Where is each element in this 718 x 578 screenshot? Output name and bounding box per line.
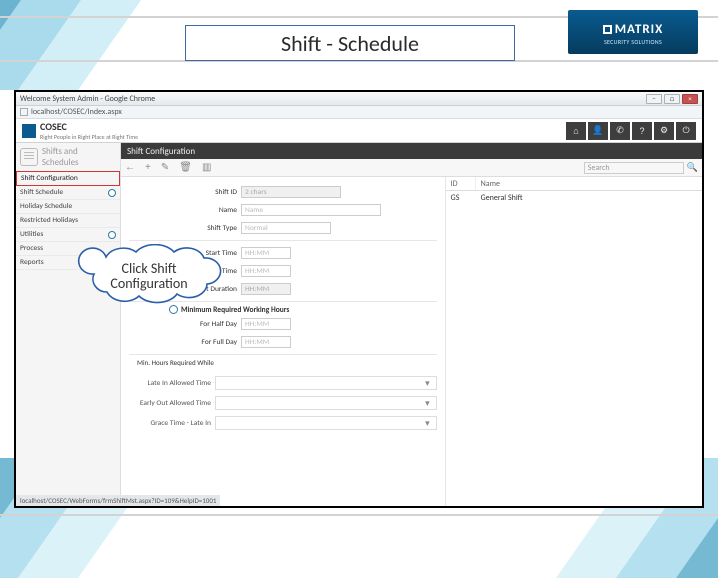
sidebar: Shifts and Schedules Shift Configuration… [16, 143, 121, 506]
search-input[interactable]: Search [584, 162, 684, 174]
list-cell-name: General Shift [476, 191, 702, 205]
app-tagline: Right People in Right Place at Right Tim… [40, 133, 138, 141]
window-close-button[interactable]: × [682, 94, 698, 104]
back-button[interactable]: ← [125, 162, 135, 173]
sidebar-item-restricted-holidays[interactable]: Restricted Holidays [16, 214, 120, 228]
window-minimize-button[interactable]: – [646, 94, 662, 104]
window-title-text: Welcome System Admin - Google Chrome [20, 94, 155, 104]
callout-bubble: Click Shift Configuration [74, 244, 224, 304]
list-header: ID Name [446, 177, 702, 191]
address-bar[interactable]: localhost/COSEC/Index.aspx [16, 106, 702, 119]
add-button[interactable]: + [145, 162, 151, 173]
sidebar-heading-label: Shifts and Schedules [42, 146, 116, 168]
list-header-name: Name [476, 177, 702, 190]
brand-subtitle: SECURITY SOLUTIONS [604, 38, 662, 46]
window-maximize-button[interactable]: □ [664, 94, 680, 104]
app-name: COSEC [40, 120, 138, 133]
highlight-dot-icon [108, 189, 116, 197]
form-panel: Shift ID 2 chars Name Name Shift Type Norma… [121, 177, 446, 506]
app-logo-icon [22, 124, 36, 138]
sidebar-item-utilities[interactable]: Utilities [16, 228, 120, 242]
list-row[interactable]: GS General Shift [446, 191, 702, 205]
shift-id-label: Shift ID [129, 188, 237, 197]
actions-button[interactable]: ▥ [202, 162, 211, 173]
callout-line2: Configuration [74, 277, 224, 292]
app-top-icons: ⌂ 👤 ✆ ? ⚙ ⏻ [566, 122, 696, 140]
name-label: Name [129, 206, 237, 215]
help-icon[interactable]: ? [632, 122, 652, 140]
full-day-input[interactable]: HH:MM [241, 336, 291, 348]
sidebar-item-shift-schedule[interactable]: Shift Schedule [16, 186, 120, 200]
power-icon[interactable]: ⏻ [676, 122, 696, 140]
half-day-label: For Half Day [129, 320, 237, 329]
highlight-dot-icon [108, 231, 116, 239]
user-icon[interactable]: 👤 [588, 122, 608, 140]
min-hours-req-label: Min. Hours Required While [137, 358, 437, 367]
late-in-select[interactable]: ▾ [215, 376, 437, 390]
status-bar: localhost/COSEC/WebForms/frmShiftMst.asp… [16, 495, 220, 506]
content-title: Shift Configuration [121, 143, 702, 159]
url-text: localhost/COSEC/Index.aspx [31, 107, 122, 117]
start-time-input[interactable]: HH:MM [241, 247, 291, 259]
search-icon[interactable]: 🔍 [687, 162, 698, 173]
list-panel: ID Name GS General Shift [446, 177, 702, 506]
shift-type-label: Shift Type [129, 224, 237, 233]
toolbar: ← + ✎ 🗑 ▥ Search 🔍 [121, 159, 702, 177]
sidebar-heading: Shifts and Schedules [16, 143, 120, 171]
settings-icon[interactable]: ⚙ [654, 122, 674, 140]
half-day-input[interactable]: HH:MM [241, 318, 291, 330]
brand-name: MATRIX [615, 22, 664, 37]
shift-id-input[interactable]: 2 chars [241, 186, 341, 198]
schedule-icon [20, 148, 38, 166]
page-icon [20, 108, 28, 116]
grace-select[interactable]: ▾ [215, 416, 437, 430]
window-titlebar: Welcome System Admin - Google Chrome – □… [16, 92, 702, 106]
brand-logo: MATRIX SECURITY SOLUTIONS [568, 10, 698, 54]
sidebar-item-shift-configuration[interactable]: Shift Configuration [16, 171, 120, 186]
rule-bottom [0, 514, 718, 516]
delete-button[interactable]: 🗑 [179, 162, 192, 173]
name-input[interactable]: Name [241, 204, 381, 216]
panels: Shift ID 2 chars Name Name Shift Type Norma… [121, 177, 702, 506]
logo-square-icon [603, 25, 612, 34]
form-row-grace: Grace Time - Late In▾ [129, 413, 437, 433]
list-header-id: ID [446, 177, 476, 190]
form-row-early-out: Early Out Allowed Time▾ [129, 393, 437, 413]
full-day-label: For Full Day [129, 338, 237, 347]
shift-duration-input[interactable]: HH:MM [241, 283, 291, 295]
app-header: COSEC Right People in Right Place at Rig… [16, 119, 702, 143]
phone-icon[interactable]: ✆ [610, 122, 630, 140]
sidebar-item-holiday-schedule[interactable]: Holiday Schedule [16, 200, 120, 214]
home-icon[interactable]: ⌂ [566, 122, 586, 140]
early-out-select[interactable]: ▾ [215, 396, 437, 410]
end-time-input[interactable]: HH:MM [241, 265, 291, 277]
edit-button[interactable]: ✎ [161, 162, 169, 173]
shift-type-select[interactable]: Normal [241, 222, 331, 234]
content-area: Shift Configuration ← + ✎ 🗑 ▥ Search 🔍 S… [121, 143, 702, 506]
list-cell-id: GS [446, 191, 476, 205]
page-title: Shift - Schedule [185, 25, 515, 61]
form-row-late-in: Late In Allowed Time▾ [129, 373, 437, 393]
main-split: Shifts and Schedules Shift Configuration… [16, 143, 702, 506]
